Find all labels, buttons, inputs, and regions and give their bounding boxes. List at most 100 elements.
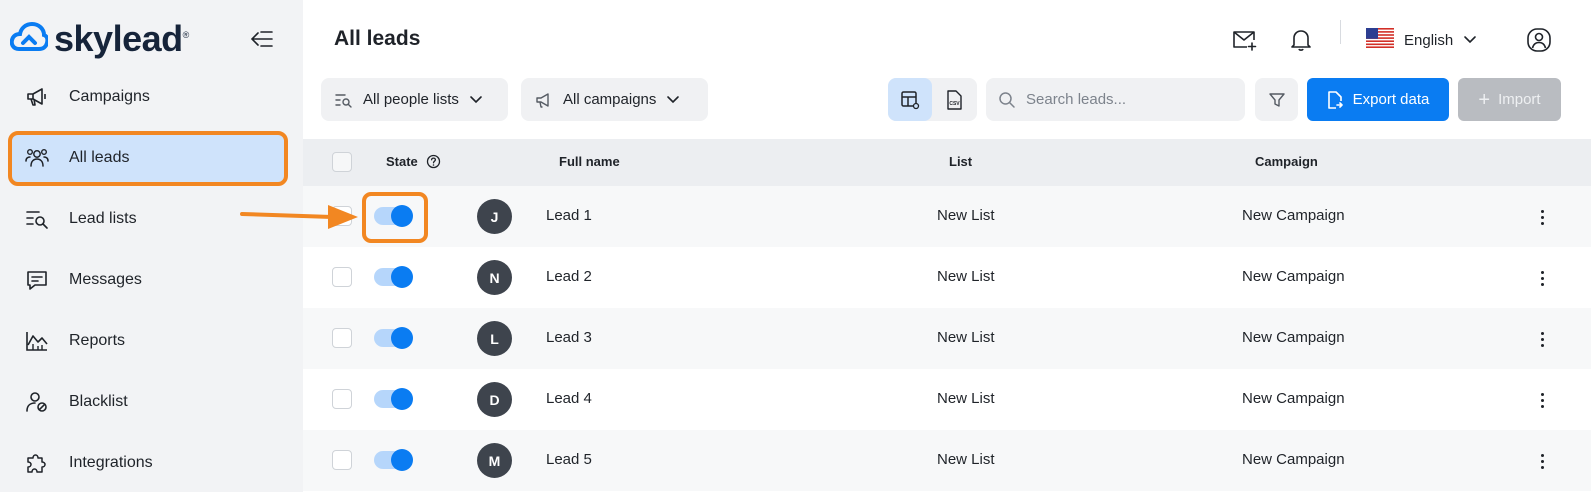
toggle-knob <box>391 449 413 471</box>
chevron-down-icon <box>667 95 680 103</box>
chart-icon <box>24 328 50 354</box>
sidebar-item-integrations[interactable]: Integrations <box>0 432 303 492</box>
search-box <box>986 78 1245 121</box>
select-all-checkbox[interactable] <box>332 152 352 172</box>
lead-campaign: New Campaign <box>1242 207 1345 224</box>
lead-list: New List <box>937 329 995 346</box>
row-menu-button[interactable] <box>1532 206 1552 228</box>
sidebar-item-label: All leads <box>69 148 130 166</box>
table-header: State Full name List Campaign <box>303 139 1591 186</box>
csv-view-button[interactable]: CSV <box>932 78 976 121</box>
table-row[interactable]: L Lead 3 New List New Campaign <box>303 308 1591 369</box>
avatar: L <box>477 321 512 356</box>
lead-list: New List <box>937 451 995 468</box>
avatar: M <box>477 443 512 478</box>
row-menu-button[interactable] <box>1532 389 1552 411</box>
state-toggle[interactable] <box>374 449 413 471</box>
sidebar-item-label: Lead lists <box>69 209 137 227</box>
avatar: D <box>477 382 512 417</box>
csv-file-icon: CSV <box>947 89 962 110</box>
sidebar-item-label: Integrations <box>69 453 153 471</box>
export-data-button[interactable]: Export data <box>1307 78 1449 121</box>
row-checkbox[interactable] <box>332 328 352 348</box>
user-circle-icon <box>1527 28 1551 52</box>
table-view-button[interactable] <box>888 78 932 121</box>
sidebar-item-blacklist[interactable]: Blacklist <box>0 371 303 432</box>
people-lists-dropdown[interactable]: All people lists <box>321 78 508 121</box>
people-lists-label: All people lists <box>363 91 459 108</box>
campaigns-dropdown[interactable]: All campaigns <box>521 78 708 121</box>
search-input[interactable] <box>1026 91 1226 108</box>
row-checkbox[interactable] <box>332 389 352 409</box>
svg-text:CSV: CSV <box>949 101 960 107</box>
table-row[interactable]: D Lead 4 New List New Campaign <box>303 369 1591 430</box>
sidebar-nav: Campaigns All leads Lead lists Messages <box>0 66 303 492</box>
sidebar-item-label: Reports <box>69 331 126 349</box>
view-toggle: CSV <box>888 78 977 121</box>
lead-name[interactable]: Lead 3 <box>546 329 592 346</box>
lead-list: New List <box>937 207 995 224</box>
export-data-label: Export data <box>1352 91 1430 108</box>
language-label: English <box>1404 31 1454 49</box>
sidebar-item-reports[interactable]: Reports <box>0 310 303 371</box>
chevron-down-icon <box>1464 36 1477 44</box>
lead-name[interactable]: Lead 1 <box>546 207 592 224</box>
message-icon <box>24 267 50 293</box>
sidebar: skylead® Campaigns All leads Lead lists <box>0 0 303 492</box>
lead-list: New List <box>937 390 995 407</box>
table-row[interactable]: N Lead 2 New List New Campaign <box>303 247 1591 308</box>
sidebar-item-label: Blacklist <box>69 392 128 410</box>
column-header-state: State <box>386 154 418 169</box>
row-checkbox[interactable] <box>332 267 352 287</box>
table-row[interactable]: J Lead 1 New List New Campaign <box>303 186 1591 247</box>
search-icon <box>999 91 1015 108</box>
lead-campaign: New Campaign <box>1242 390 1345 407</box>
lead-list: New List <box>937 268 995 285</box>
user-block-icon <box>24 389 50 415</box>
list-search-icon <box>335 93 352 108</box>
language-selector[interactable]: English <box>1366 26 1477 54</box>
list-search-icon <box>24 206 50 232</box>
pointer-arrow <box>240 205 358 229</box>
avatar: J <box>477 199 512 234</box>
bell-icon <box>1291 30 1311 51</box>
sidebar-item-campaigns[interactable]: Campaigns <box>0 66 303 127</box>
users-icon <box>24 145 50 171</box>
lead-campaign: New Campaign <box>1242 329 1345 346</box>
column-header-campaign: Campaign <box>1255 154 1318 169</box>
state-toggle[interactable] <box>374 327 413 349</box>
help-icon[interactable] <box>426 154 441 174</box>
mail-plus-button[interactable] <box>1231 26 1259 54</box>
campaigns-label: All campaigns <box>563 91 657 108</box>
megaphone-icon <box>24 84 50 110</box>
lead-name[interactable]: Lead 4 <box>546 390 592 407</box>
table-row[interactable]: M Lead 5 New List New Campaign <box>303 430 1591 491</box>
sidebar-item-label: Campaigns <box>69 87 150 105</box>
lead-name[interactable]: Lead 5 <box>546 451 592 468</box>
megaphone-icon <box>536 92 549 108</box>
sidebar-item-messages[interactable]: Messages <box>0 249 303 310</box>
state-toggle[interactable] <box>374 388 413 410</box>
filter-button[interactable] <box>1255 78 1298 121</box>
file-export-icon <box>1327 90 1343 109</box>
collapse-sidebar-button[interactable] <box>249 26 275 52</box>
row-menu-button[interactable] <box>1532 267 1552 289</box>
row-menu-button[interactable] <box>1532 450 1552 472</box>
logo[interactable]: skylead® <box>9 18 189 60</box>
row-checkbox[interactable] <box>332 450 352 470</box>
lead-campaign: New Campaign <box>1242 451 1345 468</box>
sidebar-item-label: Messages <box>69 270 142 288</box>
toggle-knob <box>391 327 413 349</box>
import-button[interactable]: + Import <box>1458 78 1561 121</box>
sidebar-item-all-leads[interactable]: All leads <box>0 127 303 188</box>
notifications-button[interactable] <box>1287 26 1315 54</box>
lead-name[interactable]: Lead 2 <box>546 268 592 285</box>
toggle-knob <box>391 266 413 288</box>
row-menu-button[interactable] <box>1532 328 1552 350</box>
active-highlight <box>8 131 288 186</box>
state-toggle[interactable] <box>374 266 413 288</box>
us-flag-icon <box>1366 27 1394 53</box>
lead-campaign: New Campaign <box>1242 268 1345 285</box>
column-header-full-name: Full name <box>559 154 620 169</box>
profile-button[interactable] <box>1525 26 1553 54</box>
